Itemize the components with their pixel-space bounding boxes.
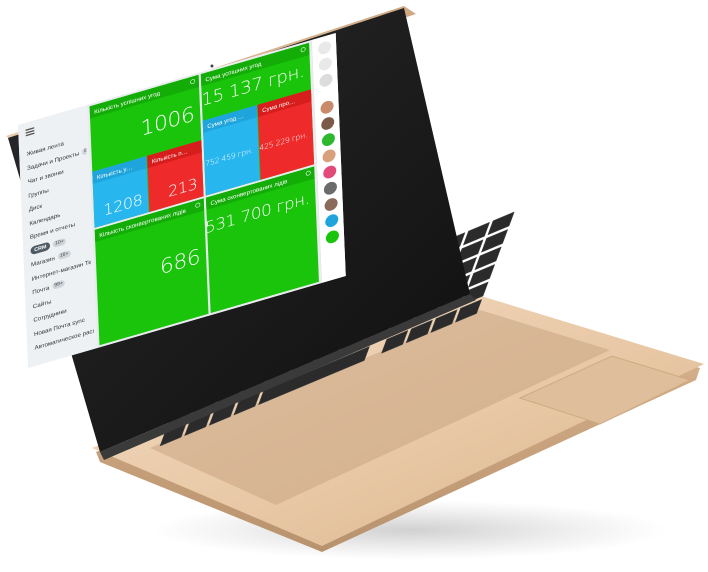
bell-icon[interactable] xyxy=(318,56,333,73)
hamburger-menu-icon[interactable] xyxy=(25,127,35,137)
phone-icon[interactable] xyxy=(325,228,340,245)
count-badge: 8 xyxy=(81,146,87,156)
tile-value: 1006 xyxy=(140,102,195,142)
tile-value: 213 xyxy=(167,175,198,202)
tile-value: 686 xyxy=(159,244,201,280)
count-badge: 10+ xyxy=(52,237,67,248)
count-badge: 99+ xyxy=(52,279,66,291)
sidebar-nav: Живая лента Задачи и Проекты 8 Чат и звон… xyxy=(26,130,94,355)
notifications-icon[interactable] xyxy=(319,72,333,89)
sidebar: Живая лента Задачи и Проекты 8 Чат и звон… xyxy=(18,104,99,368)
search-icon[interactable] xyxy=(317,39,332,56)
tile-in-progress-sum[interactable]: Сума угод в роботі 2 752 459 грн. xyxy=(202,105,260,196)
avatar[interactable] xyxy=(320,99,334,116)
tile-value: 2 752 459 грн. xyxy=(202,145,254,171)
avatar[interactable] xyxy=(323,180,338,197)
avatar[interactable] xyxy=(321,131,336,148)
avatar[interactable] xyxy=(320,115,335,132)
avatar[interactable] xyxy=(323,164,337,181)
camera-dot xyxy=(210,64,214,68)
count-badge: 16+ xyxy=(57,250,71,261)
chat-icon[interactable] xyxy=(325,212,339,229)
tile-value: 1208 xyxy=(103,191,143,220)
avatar[interactable] xyxy=(324,196,338,213)
keyboard-key xyxy=(487,211,515,236)
tile-failed-sum[interactable]: Сума провалених у... 425 229 грн. xyxy=(257,89,315,180)
avatar[interactable] xyxy=(322,147,336,164)
tile-value: 425 229 грн. xyxy=(259,130,308,153)
